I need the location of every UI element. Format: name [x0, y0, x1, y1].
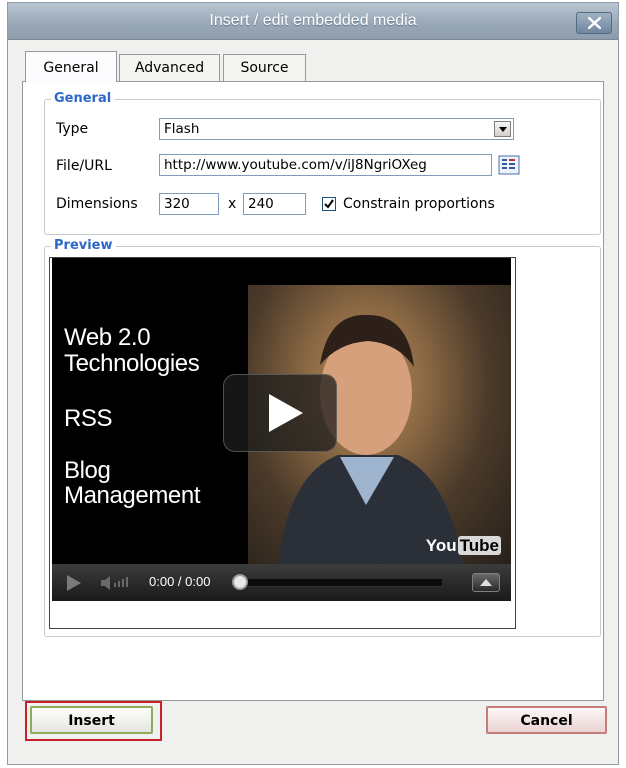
- type-label: Type: [56, 121, 89, 137]
- insert-button[interactable]: Insert: [30, 706, 153, 734]
- file-url-label: File/URL: [56, 158, 112, 174]
- media-dialog: Insert / edit embedded media General Adv…: [7, 2, 619, 765]
- youtube-logo: You Tube: [426, 536, 501, 556]
- type-select-value: Flash: [164, 121, 200, 137]
- preview-fieldset: Preview Web 2.0 Technologies RSS Blog Ma…: [44, 238, 601, 637]
- browse-icon[interactable]: [498, 155, 520, 175]
- tab-advanced-label: Advanced: [134, 60, 205, 76]
- height-input[interactable]: 240: [243, 193, 306, 215]
- play-overlay-button[interactable]: [223, 374, 337, 452]
- chevron-down-icon[interactable]: [494, 121, 511, 137]
- type-select[interactable]: Flash: [159, 118, 514, 140]
- dialog-titlebar[interactable]: Insert / edit embedded media: [8, 3, 618, 40]
- tab-source[interactable]: Source: [223, 54, 306, 81]
- fullscreen-button[interactable]: [472, 573, 500, 592]
- video-text-management: Management: [64, 482, 201, 509]
- time-display: 0:00 / 0:00: [149, 574, 211, 589]
- volume-icon[interactable]: [99, 574, 135, 592]
- video-text-rss: RSS: [64, 405, 113, 432]
- file-url-input[interactable]: http://www.youtube.com/v/iJ8NgriOXeg: [159, 154, 492, 176]
- tab-source-label: Source: [240, 60, 289, 76]
- width-value: 320: [164, 196, 190, 212]
- play-small-icon[interactable]: [64, 573, 84, 593]
- progress-scrubber[interactable]: [232, 574, 248, 590]
- constrain-label: Constrain proportions: [343, 196, 495, 212]
- dimensions-label: Dimensions: [56, 196, 138, 212]
- close-button[interactable]: [576, 12, 612, 34]
- progress-track[interactable]: [243, 578, 443, 587]
- tab-general-label: General: [43, 60, 99, 76]
- insert-button-label: Insert: [68, 713, 115, 729]
- times-sign: x: [228, 196, 237, 212]
- video-text-blog: Blog: [64, 457, 111, 484]
- close-icon: [588, 17, 601, 29]
- constrain-checkbox[interactable]: [322, 197, 336, 211]
- video-text-technologies: Technologies: [64, 350, 200, 377]
- tab-general[interactable]: General: [25, 51, 117, 82]
- play-icon: [269, 394, 303, 432]
- cancel-button[interactable]: Cancel: [486, 706, 607, 734]
- youtube-logo-you: You: [425, 536, 457, 555]
- preview-legend: Preview: [51, 238, 116, 253]
- dialog-title: Insert / edit embedded media: [209, 12, 417, 29]
- tab-panel-general: General Type Flash File/URL http://www.y…: [22, 81, 604, 701]
- general-fieldset: General Type Flash File/URL http://www.y…: [44, 91, 601, 235]
- fullscreen-icon: [480, 579, 492, 586]
- file-url-value: http://www.youtube.com/v/iJ8NgriOXeg: [164, 157, 427, 173]
- height-value: 240: [248, 196, 274, 212]
- general-legend: General: [51, 91, 115, 106]
- width-input[interactable]: 320: [159, 193, 219, 215]
- video-text-web: Web 2.0: [64, 324, 151, 351]
- video-player[interactable]: Web 2.0 Technologies RSS Blog Management…: [52, 258, 511, 601]
- cancel-button-label: Cancel: [520, 713, 573, 729]
- checkmark-icon: [324, 199, 334, 209]
- video-controls: 0:00 / 0:00: [52, 564, 511, 601]
- youtube-logo-tube: Tube: [457, 536, 501, 555]
- tab-advanced[interactable]: Advanced: [119, 54, 220, 81]
